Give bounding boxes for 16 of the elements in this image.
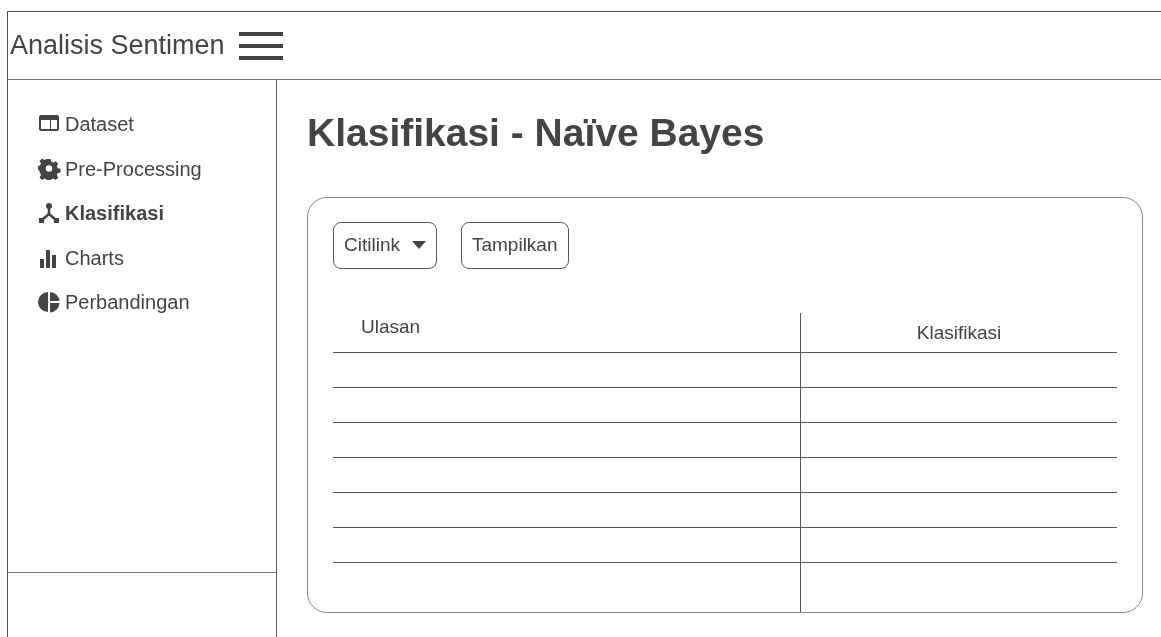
show-button[interactable]: Tampilkan bbox=[460, 221, 569, 269]
app-title: Analisis Sentimen bbox=[10, 29, 225, 63]
gear-icon bbox=[38, 157, 61, 180]
pie-chart-icon bbox=[38, 291, 61, 314]
page-heading: Klasifikasi - Naïve Bayes bbox=[307, 110, 766, 156]
sidebar-item[interactable]: Charts bbox=[38, 235, 276, 280]
sidebar-item[interactable]: Dataset bbox=[38, 102, 276, 147]
network-icon bbox=[38, 202, 61, 225]
sidebar-item[interactable]: Perbandingan bbox=[38, 280, 276, 325]
sidebar-item[interactable]: Pre-Processing bbox=[38, 146, 276, 191]
sidebar-item[interactable]: Klasifikasi bbox=[38, 191, 276, 236]
column-header: Ulasan bbox=[333, 312, 800, 353]
column-header: Klasifikasi bbox=[800, 312, 1117, 353]
menu-icon[interactable] bbox=[238, 30, 283, 61]
caret-icon bbox=[411, 241, 426, 250]
airline-dropdown[interactable]: Citilink bbox=[333, 221, 437, 269]
